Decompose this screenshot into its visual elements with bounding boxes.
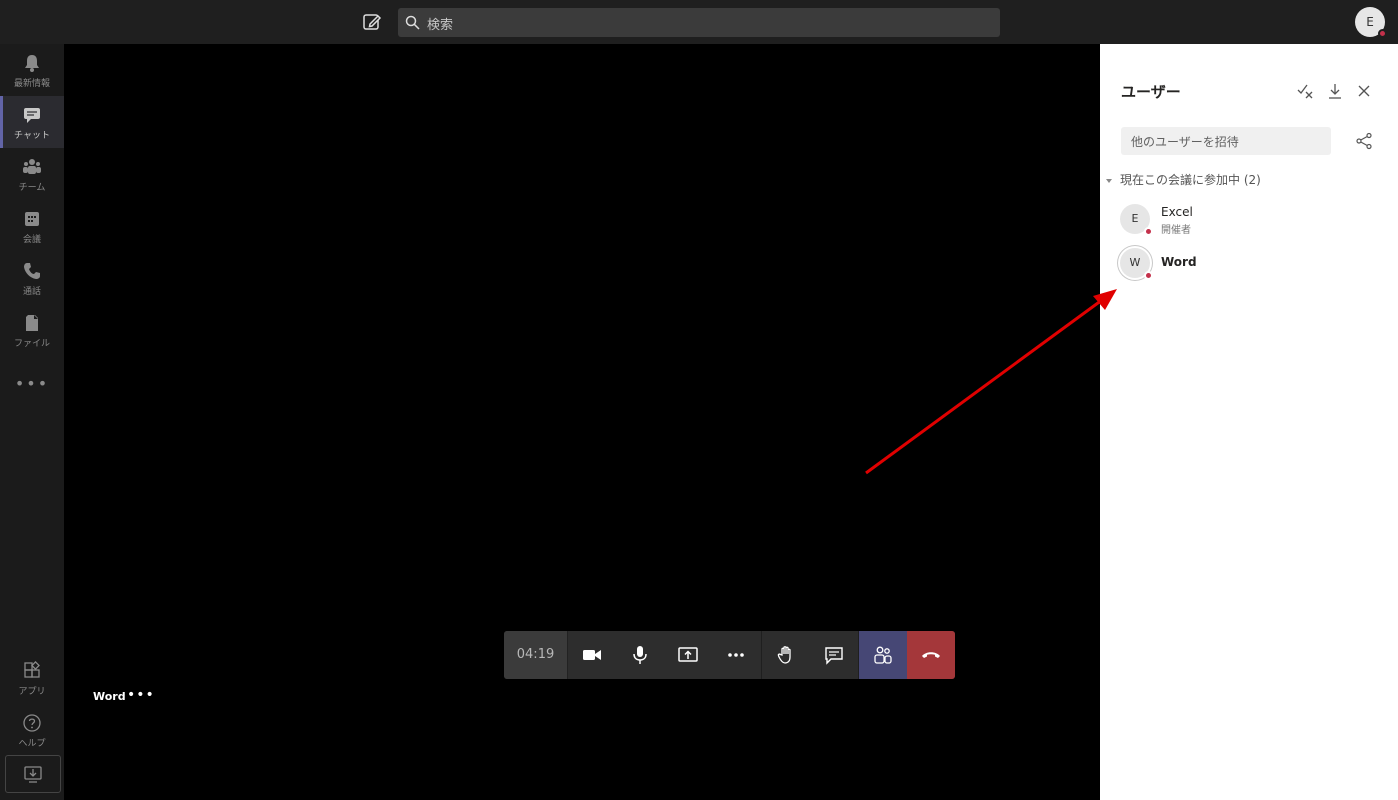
share-screen-button[interactable]: [664, 631, 712, 679]
participant-name: Excel: [1161, 205, 1193, 219]
search-input[interactable]: 検索: [398, 8, 1000, 37]
profile-initial: E: [1366, 15, 1374, 29]
participant-tile-name: Word: [93, 690, 126, 703]
meeting-stage: [64, 44, 1100, 800]
in-meeting-section-header[interactable]: 現在この会議に参加中 (2): [1106, 171, 1261, 188]
rail-more-icon[interactable]: •••: [0, 374, 64, 394]
rail-item-chat[interactable]: チャット: [0, 96, 64, 148]
raise-hand-icon: [777, 646, 791, 664]
avatar: W: [1120, 248, 1153, 280]
download-icon: [24, 766, 42, 783]
rail-label: ヘルプ: [18, 739, 46, 749]
invite-placeholder: 他のユーザーを招待: [1131, 135, 1239, 149]
chat-icon: [825, 647, 843, 665]
participants-panel: ユーザー 他のユーザーを招待 現在この会議に参加中 (2) E Excel 開催…: [1100, 44, 1398, 800]
camera-toggle-button[interactable]: [568, 631, 616, 679]
participant-row[interactable]: E Excel 開催者: [1117, 204, 1387, 244]
participant-row[interactable]: W Word: [1117, 248, 1387, 288]
mic-icon: [633, 646, 647, 664]
tile-more-options-icon[interactable]: •••: [127, 687, 155, 703]
download-app-button[interactable]: [5, 755, 61, 793]
raise-hand-button[interactable]: [761, 631, 810, 679]
participant-role: 開催者: [1161, 225, 1191, 236]
new-chat-compose-icon[interactable]: [362, 12, 382, 32]
call-controls: 04:19: [504, 631, 955, 679]
close-panel-button[interactable]: [1355, 82, 1373, 100]
apps-icon: [24, 661, 40, 678]
rail-label: 通話: [22, 287, 41, 297]
call-timer: 04:19: [504, 631, 568, 679]
check-x-icon: [1297, 84, 1313, 99]
hang-up-button[interactable]: [907, 631, 955, 679]
avatar-initial: E: [1131, 212, 1139, 225]
camera-icon: [583, 650, 601, 660]
rail-label: 最新情報: [13, 79, 50, 89]
meeting-chat-button[interactable]: [810, 631, 858, 679]
section-label: 現在この会議に参加中 (2): [1120, 173, 1261, 187]
avatar-initial: W: [1129, 256, 1141, 269]
mic-toggle-button[interactable]: [616, 631, 664, 679]
search-icon: [405, 15, 420, 30]
phone-icon: [24, 263, 40, 279]
rail-item-files[interactable]: ファイル: [0, 304, 64, 356]
more-actions-button[interactable]: [712, 631, 760, 679]
rail-item-meetings[interactable]: 会議: [0, 200, 64, 252]
invite-users-input[interactable]: 他のユーザーを招待: [1121, 127, 1331, 155]
status-busy-dot: [1144, 271, 1153, 280]
hangup-icon: [922, 652, 940, 658]
panel-title: ユーザー: [1121, 83, 1181, 101]
share-icon[interactable]: [1355, 132, 1373, 150]
rail-label: 会議: [22, 235, 41, 245]
close-icon: [1358, 85, 1370, 97]
people-icon: [874, 646, 892, 664]
bell-icon: [25, 55, 39, 72]
more-icon: [728, 653, 744, 657]
share-screen-icon: [678, 647, 698, 662]
status-busy-dot: [1378, 29, 1387, 38]
profile-avatar[interactable]: E: [1355, 7, 1387, 38]
show-participants-button[interactable]: [858, 631, 907, 679]
status-busy-dot: [1144, 227, 1153, 236]
chevron-down-icon: [1106, 178, 1112, 183]
rail-label: チーム: [18, 183, 46, 193]
rail-item-apps[interactable]: アプリ: [0, 652, 64, 704]
chat-icon: [24, 108, 40, 123]
mute-all-button[interactable]: [1296, 82, 1314, 100]
avatar: E: [1120, 204, 1153, 236]
file-icon: [26, 315, 38, 331]
rail-label: ファイル: [13, 339, 50, 349]
rail-item-help[interactable]: ヘルプ: [0, 704, 64, 756]
teams-icon: [23, 159, 41, 174]
rail-label: アプリ: [18, 687, 46, 697]
participant-name: Word: [1161, 255, 1197, 269]
search-placeholder: 検索: [427, 18, 454, 33]
app-rail: 最新情報 チャット チーム 会議 通話 ファイル ••• アプリ ヘルプ: [0, 44, 64, 800]
top-bar: 検索 E: [0, 0, 1398, 44]
rail-item-calls[interactable]: 通話: [0, 252, 64, 304]
rail-item-teams[interactable]: チーム: [0, 148, 64, 200]
help-icon: [23, 714, 41, 732]
rail-label: チャット: [14, 131, 50, 141]
calendar-icon: [25, 212, 39, 226]
download-icon: [1329, 84, 1341, 99]
download-attendance-button[interactable]: [1326, 82, 1344, 100]
rail-item-activity[interactable]: 最新情報: [0, 44, 64, 96]
